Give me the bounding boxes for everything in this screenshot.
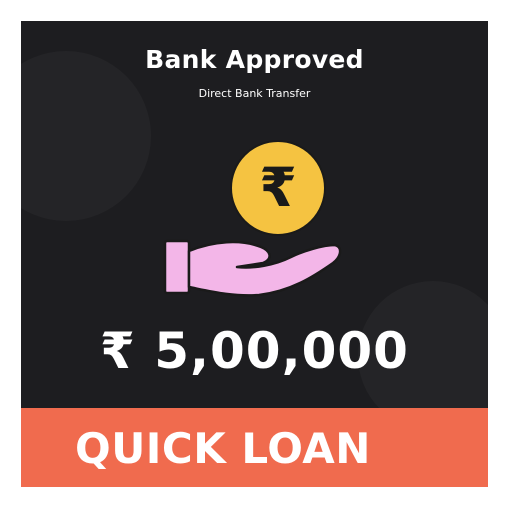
banner-label: QUICK LOAN	[75, 424, 371, 473]
card-title: Bank Approved	[145, 45, 364, 74]
quick-loan-banner: QUICK LOAN	[21, 408, 488, 487]
coin-symbol: ₹	[259, 156, 297, 219]
card-subtitle: Direct Bank Transfer	[198, 87, 311, 100]
open-hand-icon	[163, 239, 342, 297]
loan-amount: ₹ 5,00,000	[100, 322, 409, 380]
background-shape	[21, 51, 151, 221]
